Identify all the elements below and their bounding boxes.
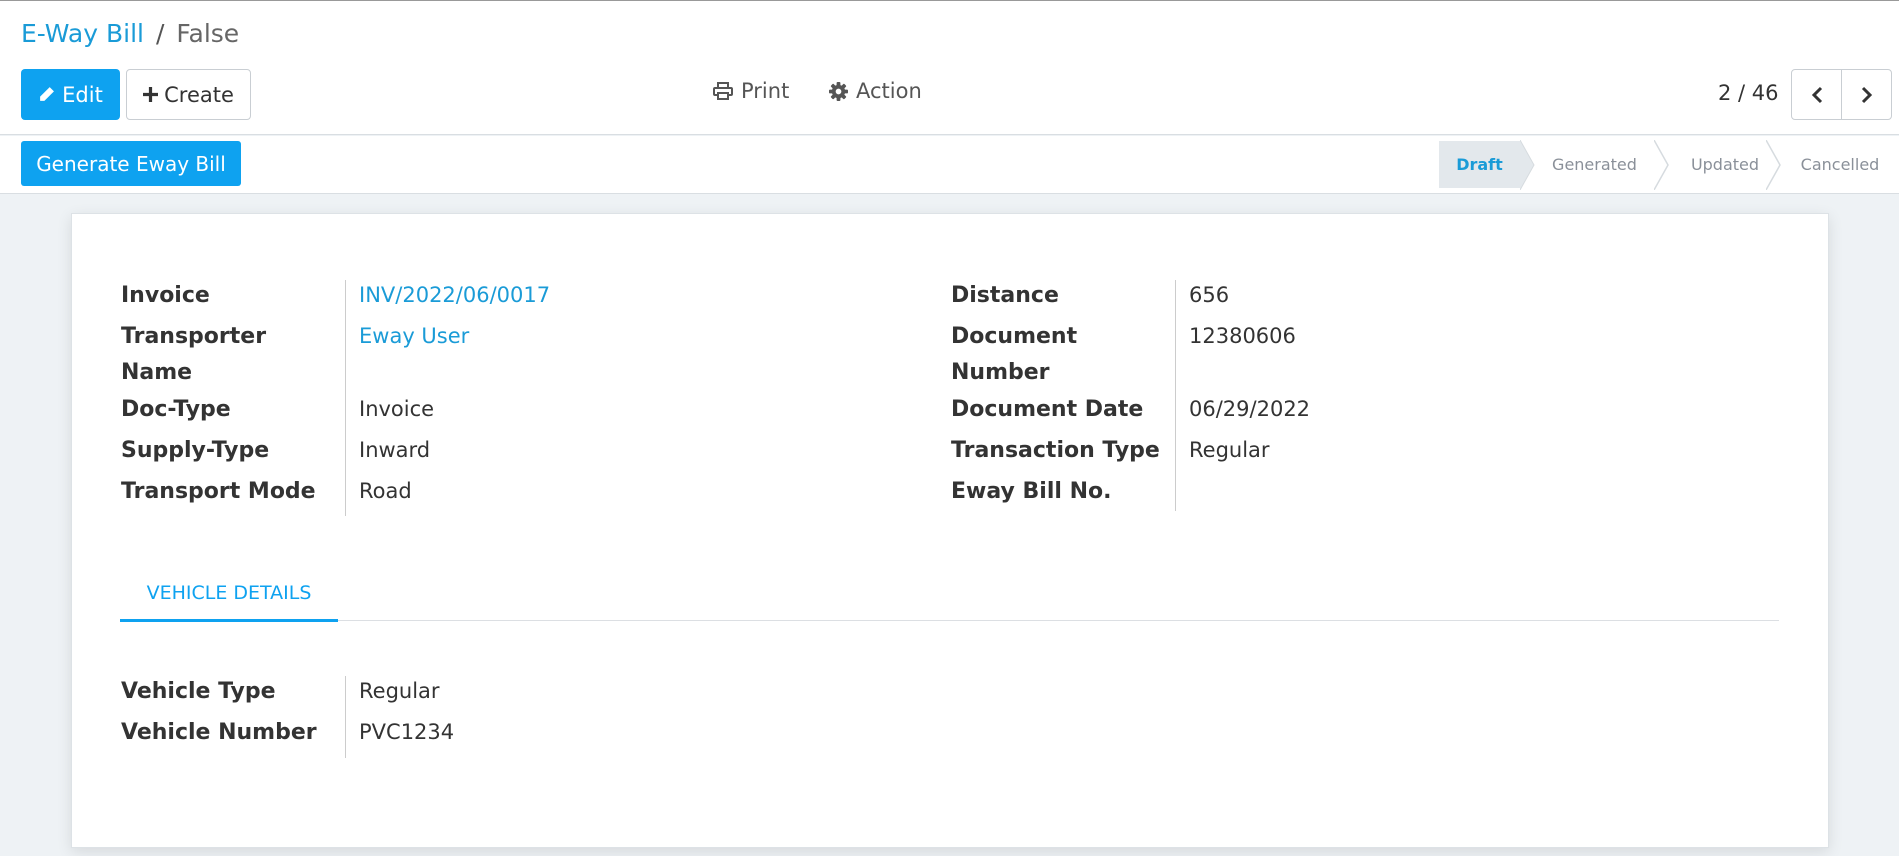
plus-icon — [143, 87, 159, 102]
field-label-invoice: Invoice — [121, 283, 210, 308]
field-value-transport-mode: Road — [359, 479, 412, 503]
tab-vehicle-details[interactable]: VEHICLE DETAILS — [120, 566, 338, 622]
field-value-vehicle-number: PVC1234 — [359, 720, 455, 744]
status-header: Generate Eway Bill Draft Generated Updat… — [0, 136, 1899, 194]
generate-eway-bill-button[interactable]: Generate Eway Bill — [21, 141, 241, 186]
action-label: Action — [856, 79, 922, 103]
status-stage-generated[interactable]: Generated — [1520, 141, 1669, 188]
field-divider — [345, 676, 346, 758]
status-stage-cancelled[interactable]: Cancelled — [1781, 141, 1899, 188]
stage-divider — [1520, 140, 1535, 190]
field-label-vehicle-number: Vehicle Number — [121, 720, 317, 745]
field-value-transporter-name[interactable]: Eway User — [359, 318, 469, 354]
field-label-document-number: Document Number — [951, 324, 1078, 385]
field-value-doc-type: Invoice — [359, 397, 435, 421]
field-label-transaction-type: Transaction Type — [951, 438, 1160, 463]
field-label-document-date: Document Date — [951, 397, 1144, 422]
edit-button-label: Edit — [62, 82, 103, 107]
field-value-document-number: 12380606 — [1189, 324, 1296, 348]
tab-underline — [120, 620, 1779, 621]
pencil-icon — [40, 87, 55, 101]
create-button-label: Create — [164, 82, 234, 107]
field-divider — [345, 280, 346, 516]
field-label-transport-mode: Transport Mode — [121, 479, 316, 504]
chevron-right-icon — [1861, 86, 1872, 103]
field-divider — [1175, 280, 1176, 511]
breadcrumb-parent-link[interactable]: E-Way Bill — [21, 19, 144, 48]
chevron-left-icon — [1811, 86, 1822, 103]
field-value-document-date: 06/29/2022 — [1189, 397, 1311, 421]
field-value-supply-type: Inward — [359, 438, 431, 462]
gear-icon — [829, 81, 848, 101]
field-value-invoice[interactable]: INV/2022/06/0017 — [359, 277, 550, 313]
control-panel: E-Way Bill / False Edit Create Print Act… — [0, 0, 1899, 135]
field-label-distance: Distance — [951, 283, 1059, 308]
print-label: Print — [741, 79, 790, 103]
create-button[interactable]: Create — [126, 69, 251, 120]
field-value-distance: 656 — [1189, 283, 1230, 307]
field-label-eway-bill-no: Eway Bill No. — [951, 479, 1112, 504]
breadcrumb: E-Way Bill / False — [21, 19, 239, 48]
pager-previous-button[interactable] — [1791, 69, 1842, 120]
field-label-supply-type: Supply-Type — [121, 438, 270, 463]
print-icon — [713, 82, 733, 100]
pager-value: 2 / 46 — [1718, 81, 1779, 105]
stage-divider — [1654, 140, 1669, 190]
breadcrumb-current: False — [176, 19, 240, 48]
field-label-vehicle-type: Vehicle Type — [121, 679, 276, 704]
stage-divider — [1766, 140, 1781, 190]
print-menu[interactable]: Print — [713, 79, 789, 103]
field-value-vehicle-type: Regular — [359, 679, 440, 703]
action-menu[interactable]: Action — [829, 79, 922, 103]
field-value-transaction-type: Regular — [1189, 438, 1270, 462]
status-stage-updated[interactable]: Updated — [1669, 141, 1781, 188]
status-stage-draft[interactable]: Draft — [1439, 141, 1520, 188]
breadcrumb-separator: / — [155, 19, 165, 48]
pager-next-button[interactable] — [1841, 69, 1892, 120]
field-label-transporter-name: Transporter Name — [121, 324, 267, 385]
edit-button[interactable]: Edit — [21, 69, 120, 120]
field-label-doc-type: Doc-Type — [121, 397, 231, 422]
form-sheet: Invoice INV/2022/06/0017 Transporter Nam… — [71, 213, 1829, 848]
